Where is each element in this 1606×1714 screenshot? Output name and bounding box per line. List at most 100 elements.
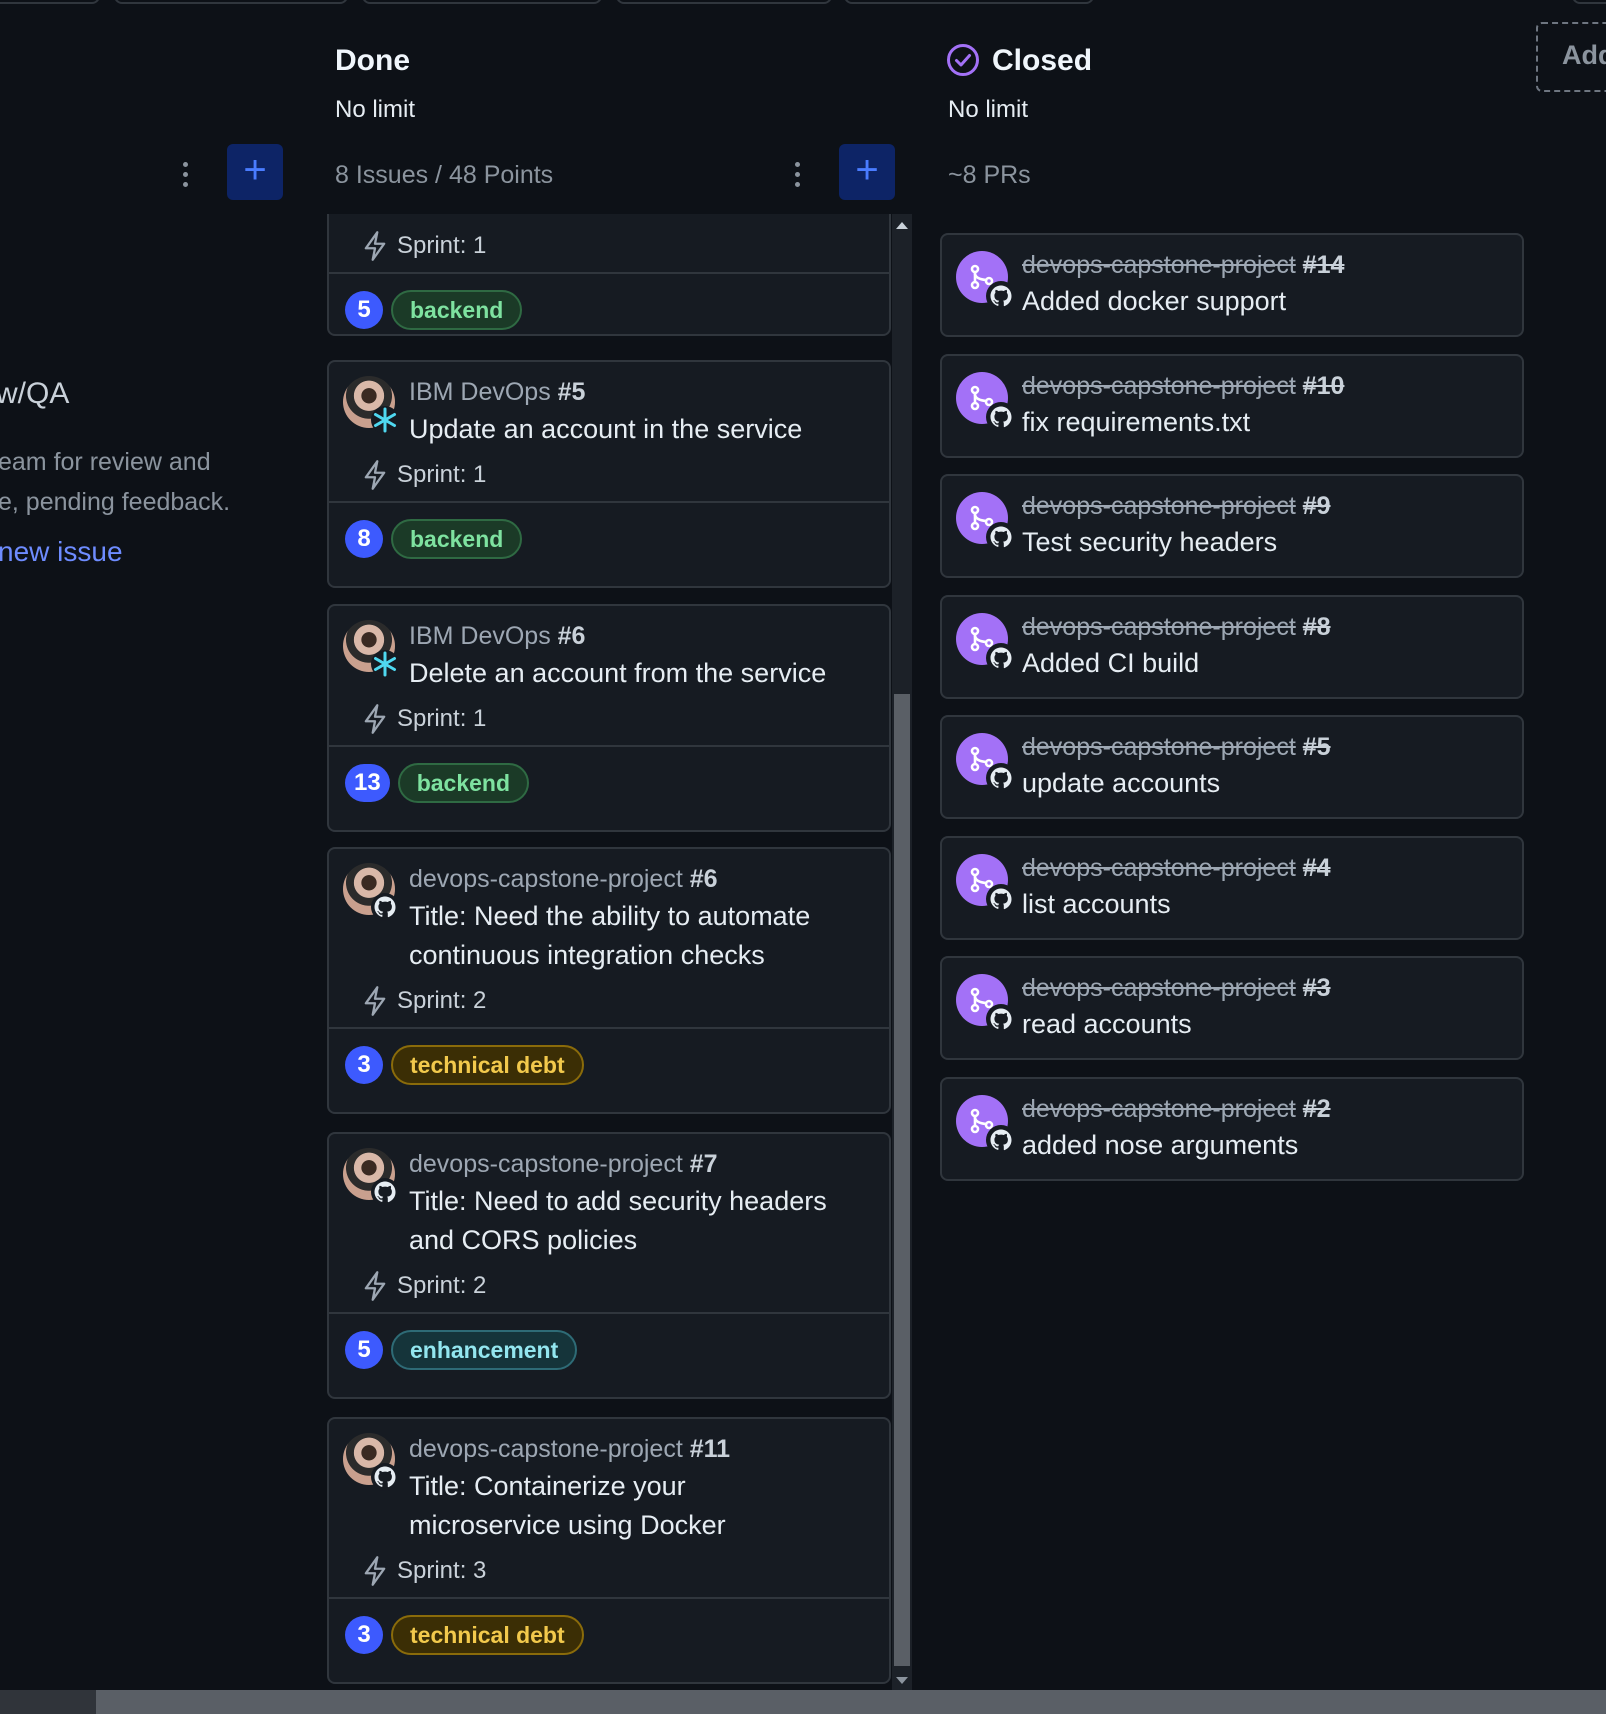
pr-card[interactable]: devops-capstone-project #10 fix requireme…: [940, 353, 1524, 458]
lightning-icon: [364, 1556, 386, 1586]
column-menu-button[interactable]: [785, 156, 809, 192]
column-review-qa: + w/QA eam for review and e, pending fee…: [0, 0, 300, 1690]
column-title-done: Done: [335, 44, 410, 77]
points-badge: 5: [345, 1331, 383, 1369]
pr-reference[interactable]: devops-capstone-project #2: [1022, 1093, 1331, 1125]
label-badge[interactable]: backend: [397, 763, 530, 803]
scrollbar-thumb[interactable]: [894, 694, 910, 1666]
view-tab[interactable]: [844, 0, 1094, 4]
github-icon: [990, 285, 1012, 307]
pr-reference[interactable]: devops-capstone-project #5: [1022, 731, 1331, 763]
pr-title[interactable]: list accounts: [1022, 886, 1171, 922]
github-badge: [986, 763, 1016, 793]
label-badge[interactable]: technical debt: [391, 1615, 584, 1655]
pr-title[interactable]: fix requirements.txt: [1022, 404, 1250, 440]
card-footer: 3 technical debt: [329, 1597, 889, 1671]
empty-column-description: eam for review and e, pending feedback.: [0, 448, 231, 516]
issue-title[interactable]: Title: Containerize your microservice usi…: [409, 1467, 873, 1545]
view-tab[interactable]: [362, 0, 602, 4]
pr-title[interactable]: added nose arguments: [1022, 1127, 1298, 1163]
github-badge: [986, 1124, 1016, 1155]
create-issue-link[interactable]: new issue: [0, 536, 123, 568]
issue-card[interactable]: devops-capstone-project #7 Title: Need to…: [327, 1132, 891, 1399]
card-header: devops-capstone-project #7 Title: Need to…: [329, 1134, 889, 1260]
pr-card[interactable]: devops-capstone-project #3 read accounts: [940, 956, 1524, 1060]
github-badge: [986, 401, 1016, 432]
github-badge: [986, 642, 1016, 673]
pr-card[interactable]: devops-capstone-project #2 added nose arg…: [940, 1076, 1524, 1181]
scrollbar-track[interactable]: [0, 1690, 96, 1714]
card-footer: 13 backend: [329, 745, 889, 819]
pr-card[interactable]: devops-capstone-project #8 Added CI build: [940, 594, 1524, 699]
card-header: devops-capstone-project #6 Title: Need th…: [329, 849, 889, 975]
github-icon: [374, 896, 396, 918]
sprint-field: Sprint: 1: [329, 693, 889, 745]
issue-reference[interactable]: IBM DevOps #6: [409, 620, 873, 652]
scroll-up-arrow-icon[interactable]: [896, 222, 908, 229]
pr-title[interactable]: update accounts: [1022, 765, 1220, 801]
issue-title[interactable]: Delete an account from the service: [409, 654, 873, 693]
issue-reference[interactable]: devops-capstone-project #6: [409, 863, 873, 895]
pr-card[interactable]: devops-capstone-project #9 Test security …: [940, 474, 1524, 578]
add-item-button[interactable]: +: [227, 144, 283, 200]
points-badge: 13: [345, 764, 390, 802]
board-horizontal-scrollbar[interactable]: [0, 1690, 1606, 1714]
github-icon: [374, 1181, 396, 1203]
sprint-field: Sprint: 1: [329, 220, 889, 272]
points-badge: 5: [345, 291, 383, 329]
pr-reference[interactable]: devops-capstone-project #3: [1022, 972, 1331, 1004]
pr-reference[interactable]: devops-capstone-project #9: [1022, 490, 1331, 522]
label-badge[interactable]: technical debt: [391, 1045, 584, 1085]
asterisk-icon: [374, 407, 396, 433]
add-column-button[interactable]: Add: [1536, 22, 1606, 92]
issue-title[interactable]: Update an account in the service: [409, 410, 873, 449]
github-icon: [990, 526, 1012, 548]
card-footer: 8 backend: [329, 501, 889, 575]
pr-title[interactable]: Added CI build: [1022, 645, 1199, 681]
pr-card[interactable]: devops-capstone-project #14 Added docker …: [940, 233, 1524, 337]
issue-card[interactable]: devops-capstone-project #6 Title: Need th…: [327, 847, 891, 1114]
lightning-icon: [364, 704, 386, 734]
pr-reference[interactable]: devops-capstone-project #14: [1022, 249, 1344, 281]
pr-reference[interactable]: devops-capstone-project #10: [1022, 370, 1344, 402]
view-tab[interactable]: [616, 0, 832, 4]
issue-card[interactable]: Sprint: 1 5 backend: [327, 214, 891, 336]
github-icon: [990, 767, 1012, 789]
pr-card[interactable]: devops-capstone-project #5 update account…: [940, 715, 1524, 819]
issue-title[interactable]: Title: Need the ability to automate conti…: [409, 897, 873, 975]
label-badge[interactable]: backend: [391, 290, 523, 330]
points-badge: 8: [345, 520, 383, 558]
issue-reference[interactable]: devops-capstone-project #11: [409, 1433, 873, 1465]
issue-title[interactable]: Title: Need to add security headers and C…: [409, 1182, 873, 1260]
issue-reference[interactable]: devops-capstone-project #7: [409, 1148, 873, 1180]
view-tab[interactable]: [1572, 0, 1606, 4]
issue-reference[interactable]: IBM DevOps #5: [409, 376, 873, 408]
pr-card[interactable]: devops-capstone-project #4 list accounts: [940, 835, 1524, 940]
github-badge: [986, 281, 1016, 311]
card-footer: 3 technical debt: [329, 1027, 889, 1101]
add-item-button[interactable]: +: [839, 144, 895, 200]
lightning-icon: [364, 231, 386, 261]
pr-reference[interactable]: devops-capstone-project #4: [1022, 852, 1331, 884]
asterisk-icon-badge: [371, 406, 399, 434]
issue-card[interactable]: IBM DevOps #6 Delete an account from the …: [327, 604, 891, 832]
pr-reference[interactable]: devops-capstone-project #8: [1022, 611, 1331, 643]
pr-title[interactable]: Test security headers: [1022, 524, 1277, 560]
issue-card[interactable]: IBM DevOps #5 Update an account in the se…: [327, 360, 891, 588]
lightning-icon: [364, 986, 386, 1016]
column-menu-button[interactable]: [173, 156, 197, 192]
column-scrollbar[interactable]: [892, 214, 912, 1690]
issue-card[interactable]: devops-capstone-project #11 Title: Contai…: [327, 1417, 891, 1684]
github-icon-badge: [371, 1463, 399, 1491]
label-badge[interactable]: backend: [391, 519, 523, 559]
github-icon-badge: [371, 893, 399, 921]
lightning-icon: [364, 460, 386, 490]
check-circle-icon: [947, 44, 979, 76]
github-badge: [986, 883, 1016, 914]
card-header: devops-capstone-project #11 Title: Contai…: [329, 1419, 889, 1545]
pr-title[interactable]: read accounts: [1022, 1006, 1192, 1042]
github-badge: [986, 1004, 1016, 1034]
label-badge[interactable]: enhancement: [391, 1330, 578, 1370]
pr-title[interactable]: Added docker support: [1022, 283, 1286, 319]
scroll-down-arrow-icon[interactable]: [896, 1677, 908, 1684]
